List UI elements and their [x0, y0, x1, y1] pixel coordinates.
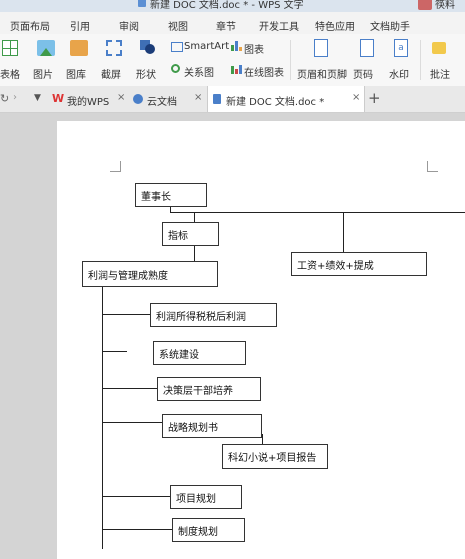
connector-line [102, 314, 150, 315]
connector-line [262, 434, 263, 444]
tab-cloud-docs-label: 云文档 [147, 97, 177, 108]
shape-button[interactable]: 形状 [136, 66, 156, 81]
redo-icon[interactable]: ↻ [0, 92, 9, 105]
smartart-button[interactable]: SmartArt [184, 41, 229, 52]
chart-button[interactable]: 图表 [244, 41, 264, 56]
header-footer-icon[interactable] [314, 39, 328, 57]
tab-view[interactable]: 视图 [168, 18, 188, 33]
tab-cloud-docs[interactable]: 云文档 × [130, 86, 206, 112]
ribbon-tabs: 页面布局 引用 审阅 视图 章节 开发工具 特色应用 文档助手 [0, 12, 465, 35]
document-icon [138, 0, 146, 7]
watermark-icon[interactable]: a [394, 39, 408, 57]
tab-references[interactable]: 引用 [70, 18, 90, 33]
connector-line [343, 212, 344, 252]
tab-doc-assistant[interactable]: 文档助手 [370, 18, 410, 33]
connector-line [170, 212, 465, 213]
close-icon[interactable]: × [194, 92, 202, 103]
tab-page-layout[interactable]: 页面布局 [10, 18, 50, 33]
system-building-box[interactable]: 系统建设 [153, 341, 246, 365]
connector-line [102, 388, 157, 389]
username[interactable]: 筷料 [435, 0, 455, 11]
project-plan-box[interactable]: 项目规划 [170, 485, 242, 509]
gallery-button[interactable]: 图库 [66, 66, 86, 81]
profit-management-box[interactable]: 利润与管理成熟度 [82, 261, 218, 287]
wps-logo-icon: W [52, 92, 65, 105]
picture-button[interactable]: 图片 [33, 66, 53, 81]
online-chart-button[interactable]: 在线图表 [244, 64, 284, 79]
rules-plan-box[interactable]: 制度规划 [172, 518, 245, 542]
indicator-box[interactable]: 指标 [162, 222, 219, 246]
screenshot-icon[interactable] [106, 40, 122, 56]
profit-tax-box[interactable]: 利润所得税税后利润 [150, 303, 277, 327]
cloud-icon [133, 94, 143, 104]
tab-section[interactable]: 章节 [216, 18, 236, 33]
shape-icon[interactable] [140, 40, 155, 54]
avatar[interactable] [418, 0, 432, 10]
window-title: 新建 DOC 文档.doc * - WPS 文字 [150, 0, 304, 11]
connector-line [194, 245, 195, 261]
tab-my-wps[interactable]: W 我的WPS × [47, 86, 129, 112]
more-icon[interactable]: › [13, 92, 17, 103]
connector-line [102, 422, 162, 423]
connector-line [102, 496, 170, 497]
close-icon[interactable]: × [352, 92, 360, 103]
tab-new-doc-label: 新建 DOC 文档.doc * [226, 97, 325, 108]
strategy-plan-box[interactable]: 战略规划书 [162, 414, 262, 438]
connector-line [102, 529, 172, 530]
margin-corner [427, 161, 438, 172]
header-footer-button[interactable]: 页眉和页脚 [297, 66, 347, 81]
gallery-icon[interactable] [70, 40, 88, 56]
add-tab-button[interactable]: + [368, 89, 381, 107]
scifi-report-box[interactable]: 科幻小说+项目报告 [222, 444, 328, 469]
connector-line [102, 351, 127, 352]
title-bar: 新建 DOC 文档.doc * - WPS 文字 筷料 [0, 0, 465, 12]
page-number-button[interactable]: 页码 [353, 66, 373, 81]
document-page[interactable]: 董事长 指标 工资+绩效+提成 利润与管理成熟度 利润所得税税后利润 系统建设 … [57, 121, 465, 559]
picture-icon[interactable] [37, 40, 55, 56]
document-icon [213, 94, 221, 104]
smartart-icon[interactable] [171, 42, 183, 52]
page-number-icon[interactable] [360, 39, 374, 57]
comment-button[interactable]: 批注 [430, 66, 450, 81]
chevron-down-icon[interactable]: ▼ [34, 93, 41, 103]
connector-line [102, 287, 103, 549]
connector-line [194, 212, 195, 222]
chairman-box[interactable]: 董事长 [135, 183, 207, 207]
salary-box[interactable]: 工资+绩效+提成 [291, 252, 427, 276]
tab-features[interactable]: 特色应用 [315, 18, 355, 33]
chart-icon[interactable] [231, 41, 242, 51]
tab-new-doc[interactable]: 新建 DOC 文档.doc * × [207, 86, 365, 112]
tab-review[interactable]: 审阅 [119, 18, 139, 33]
tab-developer[interactable]: 开发工具 [259, 18, 299, 33]
comment-icon[interactable] [432, 42, 446, 54]
watermark-button[interactable]: 水印 [389, 66, 409, 81]
table-icon[interactable] [2, 40, 18, 56]
relation-button[interactable]: 关系图 [184, 64, 214, 79]
toolbar-separator [420, 40, 421, 80]
close-icon[interactable]: × [117, 92, 125, 103]
tab-my-wps-label: 我的WPS [67, 97, 110, 108]
table-button[interactable]: 表格 [0, 66, 20, 81]
screenshot-button[interactable]: 截屏 [101, 66, 121, 81]
toolbar: 表格 图片 图库 截屏 形状 SmartArt 关系图 图表 在线图表 页眉和页… [0, 34, 465, 87]
document-tabs-bar: ↻ › ▼ W 我的WPS × 云文档 × 新建 DOC 文档.doc * × … [0, 86, 465, 113]
toolbar-separator [290, 40, 291, 80]
online-chart-icon[interactable] [231, 64, 242, 74]
margin-corner [110, 161, 121, 172]
relation-icon[interactable] [171, 64, 180, 73]
decision-training-box[interactable]: 决策层干部培养 [157, 377, 261, 401]
